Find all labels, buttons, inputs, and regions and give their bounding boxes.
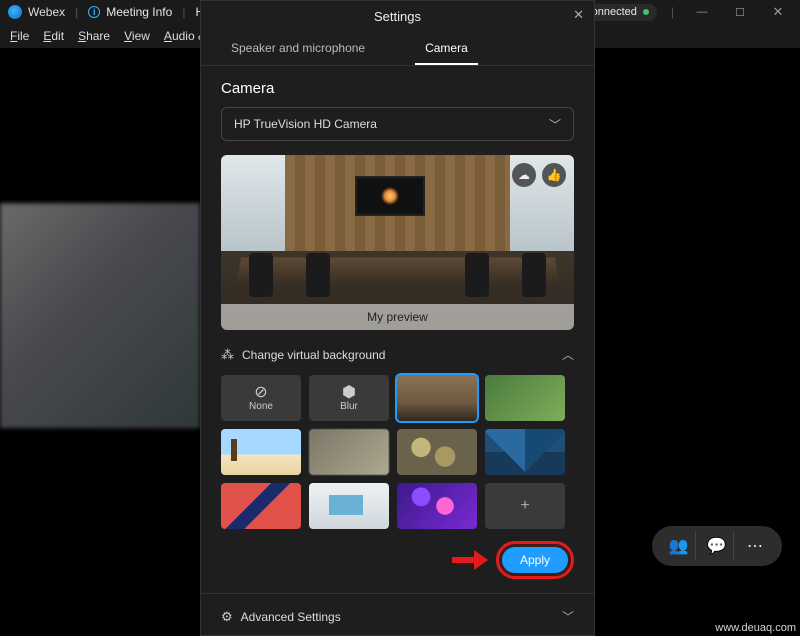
separator-icon: |	[671, 5, 674, 19]
advanced-settings-label: Advanced Settings	[241, 610, 341, 624]
virtual-bg-header[interactable]: ⁂ Change virtual background ︿	[221, 346, 574, 363]
advanced-settings-row[interactable]: ⚙ Advanced Settings ﹀	[221, 594, 574, 625]
menu-file[interactable]: File	[10, 29, 29, 43]
meeting-stage: Settings ✕ Speaker and microphone Camera…	[0, 48, 800, 636]
settings-body: Camera HP TrueVision HD Camera ﹀ ☁	[201, 66, 594, 635]
virtual-bg-label: Change virtual background	[242, 348, 385, 362]
menu-share[interactable]: Share	[78, 29, 110, 43]
bg-option-label: None	[249, 401, 273, 412]
apply-button[interactable]: Apply	[502, 547, 568, 573]
bg-option-green-garden[interactable]	[485, 375, 565, 421]
bg-option-mountains[interactable]	[485, 429, 565, 475]
apply-highlight: Apply	[496, 541, 574, 579]
preview-caption: My preview	[221, 304, 574, 330]
bg-option-galaxy[interactable]	[397, 483, 477, 529]
chat-icon: 💬	[707, 536, 727, 556]
preview-chair	[306, 253, 330, 297]
bg-option-office[interactable]	[309, 483, 389, 529]
bg-option-red-stripes[interactable]	[221, 483, 301, 529]
more-options-button[interactable]: ⋯	[738, 531, 772, 561]
more-icon: ⋯	[747, 536, 763, 556]
menu-view[interactable]: View	[124, 29, 150, 43]
status-dot-icon	[643, 9, 649, 15]
camera-preview: ☁ 👍 My preview	[221, 155, 574, 330]
meeting-quick-actions: 👥 💬 ⋯	[652, 526, 782, 566]
window-minimize-button[interactable]: —	[688, 6, 716, 18]
magic-wand-icon: ⁂	[221, 347, 234, 363]
preview-chair	[249, 253, 273, 297]
chevron-down-icon: ﹀	[562, 608, 574, 625]
app-brand: Webex	[28, 5, 65, 19]
preview-tv	[355, 176, 425, 216]
thumbs-up-icon: 👍	[547, 168, 562, 182]
preview-table	[237, 257, 559, 280]
tab-speaker-mic[interactable]: Speaker and microphone	[221, 35, 375, 65]
self-view-blurred	[0, 203, 200, 428]
bg-option-label: Blur	[340, 401, 358, 412]
separator-icon: |	[75, 5, 78, 19]
settings-panel: Settings ✕ Speaker and microphone Camera…	[200, 0, 595, 636]
bg-option-haze[interactable]	[309, 429, 389, 475]
chat-button[interactable]: 💬	[700, 531, 734, 561]
gear-icon: ⚙	[221, 609, 233, 625]
bg-option-beach[interactable]	[221, 429, 301, 475]
window-maximize-button[interactable]: ☐	[726, 6, 754, 19]
preview-window-left	[221, 155, 285, 251]
preview-chair	[522, 253, 546, 297]
bg-option-none[interactable]: ⊘ None	[221, 375, 301, 421]
menu-edit[interactable]: Edit	[43, 29, 64, 43]
apply-row: Apply	[221, 541, 574, 579]
preview-chair	[465, 253, 489, 297]
bg-option-add[interactable]: +	[485, 483, 565, 529]
meeting-info-label[interactable]: Meeting Info	[106, 5, 172, 19]
like-bg-button[interactable]: 👍	[542, 163, 566, 187]
separator-icon: |	[182, 5, 185, 19]
cloud-download-icon: ☁	[518, 168, 530, 182]
camera-select-value: HP TrueVision HD Camera	[234, 117, 377, 131]
tab-camera[interactable]: Camera	[415, 35, 478, 65]
participants-icon: 👥	[669, 536, 689, 556]
webex-logo-icon	[8, 5, 22, 19]
chevron-down-icon: ﹀	[549, 116, 561, 133]
watermark: www.deuaq.com	[715, 622, 796, 634]
none-icon: ⊘	[254, 385, 267, 401]
bg-option-conference-room[interactable]	[397, 375, 477, 421]
blur-icon: ⬢	[342, 385, 356, 401]
callout-arrow-icon	[452, 552, 488, 568]
window-close-button[interactable]: ✕	[764, 4, 792, 20]
bg-option-blur[interactable]: ⬢ Blur	[309, 375, 389, 421]
settings-title: Settings	[374, 9, 421, 24]
camera-section-heading: Camera	[221, 80, 574, 97]
participants-button[interactable]: 👥	[662, 531, 696, 561]
settings-close-button[interactable]: ✕	[573, 7, 584, 23]
camera-select[interactable]: HP TrueVision HD Camera ﹀	[221, 107, 574, 141]
virtual-bg-grid: ⊘ None ⬢ Blur +	[221, 375, 574, 529]
settings-tabs: Speaker and microphone Camera	[201, 31, 594, 66]
plus-icon: +	[520, 498, 529, 514]
download-bg-button[interactable]: ☁	[512, 163, 536, 187]
settings-header: Settings ✕	[201, 1, 594, 31]
chevron-up-icon: ︿	[562, 346, 574, 363]
bg-option-bokeh[interactable]	[397, 429, 477, 475]
info-icon: i	[88, 6, 100, 18]
